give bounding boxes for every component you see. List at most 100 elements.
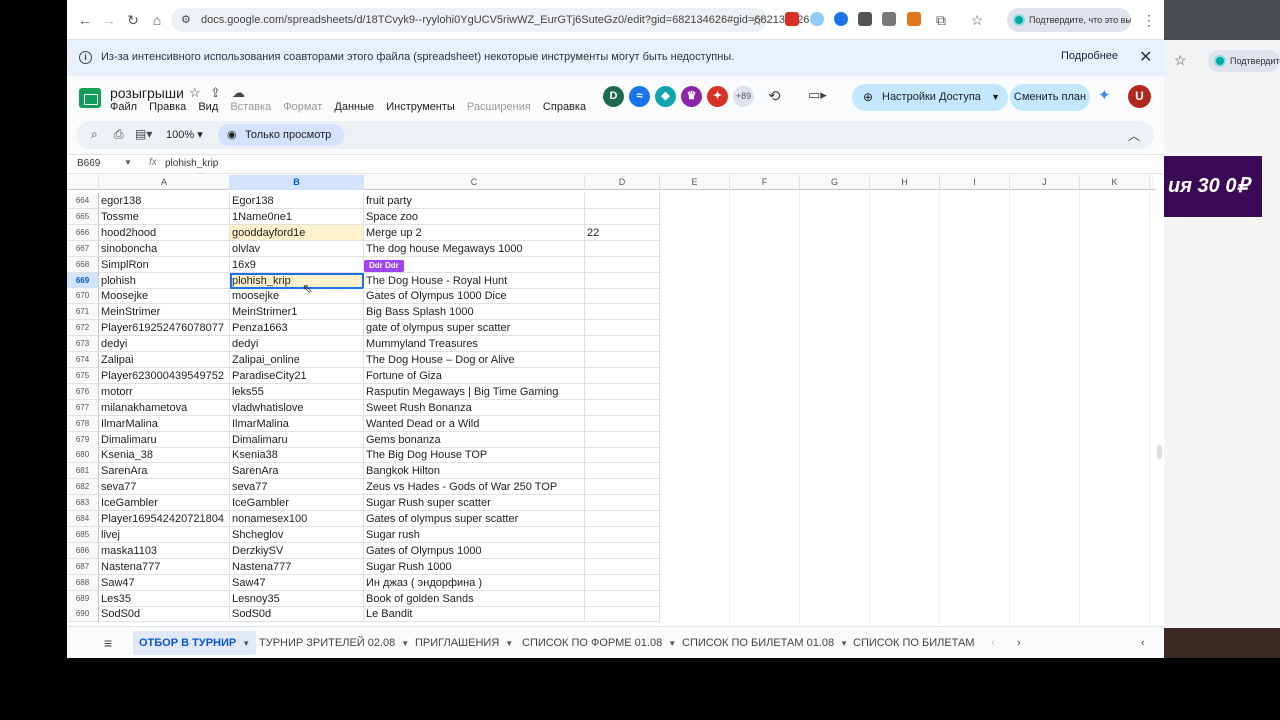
row-number[interactable]: 685 [67,526,99,543]
cell-c[interactable]: Le Bandit [364,606,585,623]
cell-d[interactable] [585,193,660,209]
chevron-down-icon[interactable]: ▼ [991,84,1000,111]
cell-b[interactable]: IceGambler [230,495,364,512]
row-number[interactable]: 688 [67,574,99,591]
spreadsheet-grid[interactable]: A B C D E F G H I J K 664 egor138 Egor138 f… [67,175,1155,625]
site-info-icon[interactable]: ⚙ [181,13,191,26]
cell-d[interactable] [585,336,660,353]
cell-a[interactable]: egor138 [99,193,230,209]
cell-a[interactable]: Player169542420721804 [99,511,230,527]
cell-b[interactable]: SarenAra [230,463,364,480]
sheet-tab[interactable]: ПРИГЛАШЕНИЯ ▼ [409,631,519,655]
cell-d[interactable] [585,383,660,400]
name-box[interactable]: B669 [77,158,100,169]
chevron-up-icon[interactable]: ︿ [1128,127,1140,144]
menu-view[interactable]: Вид [198,101,218,113]
back-icon[interactable]: ← [75,10,95,30]
cell-a[interactable]: sinoboncha [99,240,230,257]
row-number[interactable]: 669 [67,272,99,289]
cell-a[interactable]: MeinStrimer [99,304,230,321]
column-header[interactable]: K [1080,175,1150,190]
cell-c[interactable]: Wanted Dead or a Wild [364,415,585,432]
cell-d[interactable] [585,304,660,321]
cell-d[interactable] [585,590,660,607]
cell-b[interactable]: vladwhatislove [230,399,364,416]
cell-c[interactable]: The Big Dog House TOP [364,447,585,464]
cell-a[interactable]: motorr [99,383,230,400]
row-number[interactable]: 675 [67,367,99,384]
cell-a[interactable]: Dimalimaru [99,431,230,448]
cell-d[interactable] [585,574,660,591]
cell-b[interactable]: olvlav [230,240,364,257]
cell-b[interactable]: 1Name0ne1 [230,208,364,225]
more-collaborators-count[interactable]: +89 [733,86,754,107]
row-number[interactable]: 672 [67,320,99,337]
row-number[interactable]: 666 [67,224,99,241]
menu-help[interactable]: Справка [543,101,586,113]
row-number[interactable]: 670 [67,288,99,305]
cell-a[interactable]: SarenAra [99,463,230,480]
collapse-sidebar-icon[interactable]: ‹ [1135,631,1151,655]
cell-d[interactable] [585,320,660,337]
menu-edit[interactable]: Правка [149,101,186,113]
all-sheets-menu-icon[interactable]: ≡ [104,635,112,651]
cell-d[interactable] [585,431,660,448]
cell-d[interactable] [585,526,660,543]
cell-b[interactable]: Shcheglov [230,526,364,543]
cell-c[interactable]: Gates of Olympus 1000 Dice [364,288,585,305]
row-number[interactable]: 683 [67,495,99,512]
cell-a[interactable]: Saw47 [99,574,230,591]
learn-more-link[interactable]: Подробнее [1061,50,1118,62]
search-icon[interactable]: ⌕ [91,127,98,142]
row-number[interactable]: 686 [67,542,99,559]
cell-c[interactable]: The dog house Megaways 1000 [364,240,585,257]
cell-d[interactable] [585,240,660,257]
column-header[interactable]: D [585,175,660,190]
cell-b[interactable]: Egor138 [230,193,364,209]
format-painter-icon[interactable]: ▤▾ [135,127,152,141]
cell-c[interactable]: Sugar rush [364,526,585,543]
cell-d[interactable] [585,447,660,464]
cell-b[interactable]: ParadiseCity21 [230,367,364,384]
extension-icon[interactable] [810,12,824,26]
cell-a[interactable]: maska1103 [99,542,230,559]
sheets-logo-icon[interactable] [79,88,101,108]
cell-c[interactable]: Gems bonanza [364,431,585,448]
cell-b[interactable]: Nastena777 [230,558,364,575]
row-number[interactable]: 673 [67,336,99,353]
column-header[interactable]: H [870,175,940,190]
cell-a[interactable]: Zalipai [99,352,230,368]
cell-c[interactable]: Space zoo [364,208,585,225]
print-icon[interactable]: ⎙ [114,127,124,142]
move-icon[interactable]: ⇪ [210,85,221,101]
cell-c[interactable]: Sweet Rush Bonanza [364,399,585,416]
cell-a[interactable]: Les35 [99,590,230,607]
more-menu-icon[interactable]: ⋮ [1139,10,1159,30]
cell-d[interactable] [585,558,660,575]
row-number[interactable]: 668 [67,256,99,273]
sheet-tab[interactable]: ТУРНИР ЗРИТЕЛЕЙ 02.08 ▼ [253,631,415,655]
cell-d[interactable] [585,208,660,225]
cell-d[interactable] [585,606,660,623]
cell-a[interactable]: SimplRon [99,256,230,273]
row-number[interactable]: 687 [67,558,99,575]
cell-d[interactable] [585,352,660,368]
cell-d[interactable] [585,542,660,559]
cell-d[interactable] [585,495,660,512]
reload-icon[interactable]: ↻ [123,10,143,30]
cloud-status-icon[interactable]: ☁ [232,85,245,101]
cell-b[interactable]: moosejke [230,288,364,305]
metamask-icon[interactable] [907,12,921,26]
cell-c[interactable]: Gates of Olympus 1000 [364,542,585,559]
row-number[interactable]: 664 [67,193,99,209]
cell-b[interactable]: gooddayford1e [230,224,364,241]
cell-b[interactable]: nonamesex100 [230,511,364,527]
cell-b[interactable]: Lesnoy35 [230,590,364,607]
cell-a[interactable]: milanakhametova [99,399,230,416]
share-button[interactable]: ⊕ Настройки Доступа ▼ [852,84,1008,111]
cell-d[interactable] [585,367,660,384]
row-number[interactable]: 684 [67,511,99,527]
column-header[interactable]: I [940,175,1010,190]
column-header[interactable]: A [99,175,230,190]
row-number[interactable]: 680 [67,447,99,464]
